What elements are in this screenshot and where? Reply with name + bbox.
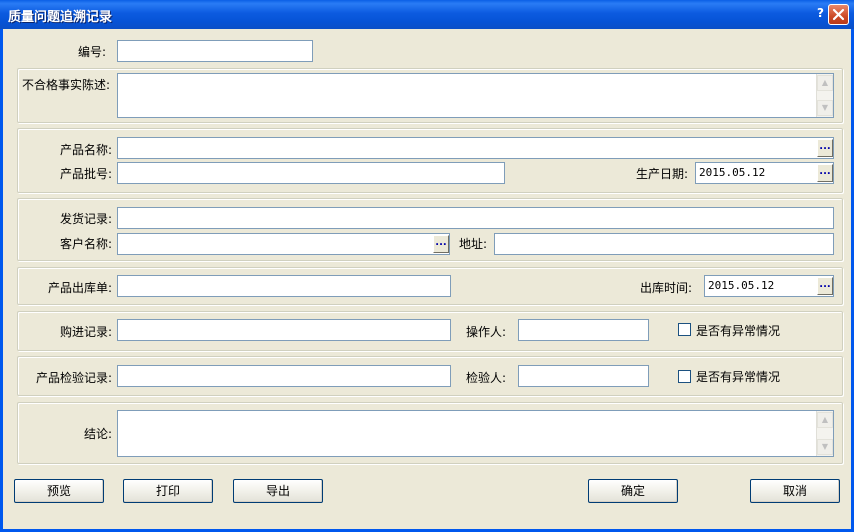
ok-button[interactable]: 确定 (588, 479, 678, 503)
cancel-button[interactable]: 取消 (750, 479, 840, 503)
inspector-label: 检验人: (466, 371, 507, 385)
customer-label: 客户名称: (60, 237, 113, 251)
prod-date-label: 生产日期: (636, 167, 689, 181)
nonconformance-label: 不合格事实陈述: (22, 78, 111, 92)
nonconformance-textarea[interactable]: ▲ ▼ (117, 73, 834, 118)
batch-label: 产品批号: (60, 167, 113, 181)
close-icon (832, 8, 845, 21)
customer-field[interactable] (117, 233, 450, 255)
address-field[interactable] (494, 233, 834, 255)
scroll-down-icon[interactable]: ▼ (817, 439, 833, 455)
outbound-time-picker-button[interactable]: ... (817, 277, 833, 295)
inspector-field[interactable] (518, 365, 649, 387)
scroll-down-icon[interactable]: ▼ (817, 100, 833, 116)
outbound-label: 产品出库单: (48, 281, 113, 295)
outbound-time-field[interactable]: 2015.05.12 (704, 275, 834, 297)
purchase-label: 购进记录: (60, 325, 113, 339)
help-icon[interactable]: ? (817, 6, 824, 20)
window-title: 质量问题追溯记录 (8, 10, 113, 25)
prod-date-field[interactable]: 2015.05.12 (695, 162, 834, 184)
export-button[interactable]: 导出 (233, 479, 323, 503)
close-button[interactable] (828, 4, 849, 25)
ship-record-field[interactable] (117, 207, 834, 229)
address-label: 地址: (459, 237, 488, 251)
customer-browse-button[interactable]: ... (433, 235, 449, 253)
inspect-label: 产品检验记录: (36, 371, 113, 385)
inspect-field[interactable] (117, 365, 451, 387)
abnormal-checkbox-2[interactable] (678, 370, 691, 383)
batch-field[interactable] (117, 162, 505, 184)
dialog-window: 质量问题追溯记录 ? 编号: 不合格事实陈述: ▲ ▼ 产品名称: ... 产品… (0, 0, 854, 532)
code-label: 编号: (78, 45, 107, 59)
ship-record-label: 发货记录: (60, 212, 113, 226)
print-button[interactable]: 打印 (123, 479, 213, 503)
abnormal-label-2: 是否有异常情况 (696, 370, 781, 384)
abnormal-checkbox-1[interactable] (678, 323, 691, 336)
purchase-field[interactable] (117, 319, 451, 341)
scroll-up-icon[interactable]: ▲ (817, 75, 833, 91)
conclusion-scrollbar[interactable]: ▲ ▼ (816, 411, 833, 456)
prod-date-picker-button[interactable]: ... (817, 164, 833, 182)
outbound-time-label: 出库时间: (640, 281, 693, 295)
outbound-field[interactable] (117, 275, 451, 297)
product-name-browse-button[interactable]: ... (817, 139, 833, 157)
operator-field[interactable] (518, 319, 649, 341)
conclusion-label: 结论: (84, 427, 113, 441)
title-bar[interactable]: 质量问题追溯记录 ? (0, 0, 854, 29)
abnormal-label-1: 是否有异常情况 (696, 324, 781, 338)
scroll-up-icon[interactable]: ▲ (817, 412, 833, 428)
nonconformance-scrollbar[interactable]: ▲ ▼ (816, 74, 833, 117)
preview-button[interactable]: 预览 (14, 479, 104, 503)
product-name-label: 产品名称: (60, 143, 113, 157)
conclusion-textarea[interactable]: ▲ ▼ (117, 410, 834, 457)
code-field[interactable] (117, 40, 313, 62)
operator-label: 操作人: (466, 325, 507, 339)
product-name-field[interactable] (117, 137, 834, 159)
